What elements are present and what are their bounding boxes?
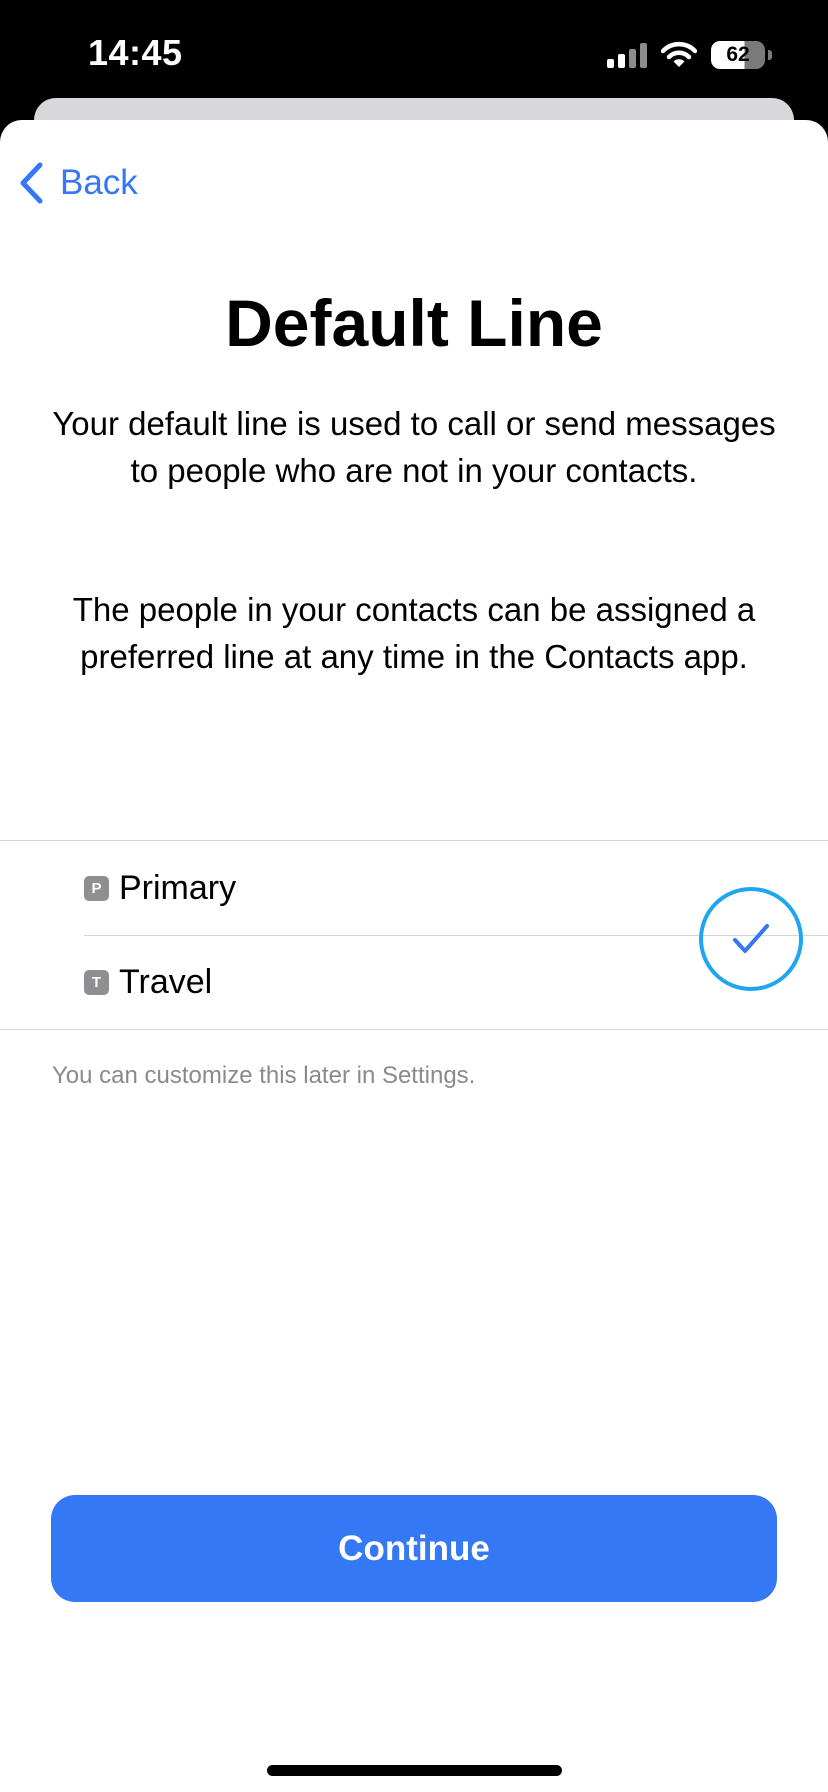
selected-highlight-ring: [699, 887, 803, 991]
status-time: 14:45: [88, 32, 183, 73]
cellular-signal-icon: [607, 42, 647, 68]
back-button[interactable]: Back: [18, 158, 138, 208]
line-badge-travel: T: [84, 969, 109, 995]
line-label-travel: Travel: [119, 962, 213, 1001]
continue-button[interactable]: Continue: [51, 1495, 777, 1602]
chevron-left-icon: [20, 162, 43, 204]
settings-footnote: You can customize this later in Settings…: [52, 1062, 476, 1089]
battery-icon: 62: [711, 41, 772, 69]
line-badge-primary: P: [84, 875, 109, 901]
status-bar: 14:45 62: [0, 0, 828, 110]
line-label-primary: Primary: [119, 868, 237, 907]
description-preferred-line: The people in your contacts can be assig…: [72, 591, 756, 675]
back-label: Back: [60, 163, 138, 202]
wifi-icon: [661, 41, 697, 67]
line-list: P Primary T Travel: [0, 840, 828, 1030]
default-line-sheet: Back Default Line Your default line is u…: [0, 120, 828, 1792]
status-icons: 62: [607, 38, 772, 72]
page-title: Default Line: [225, 286, 603, 360]
battery-level: 62: [711, 41, 765, 69]
home-indicator: [267, 1765, 562, 1776]
description-default-line: Your default line is used to call or sen…: [52, 405, 776, 489]
checkmark-icon: [733, 924, 769, 953]
